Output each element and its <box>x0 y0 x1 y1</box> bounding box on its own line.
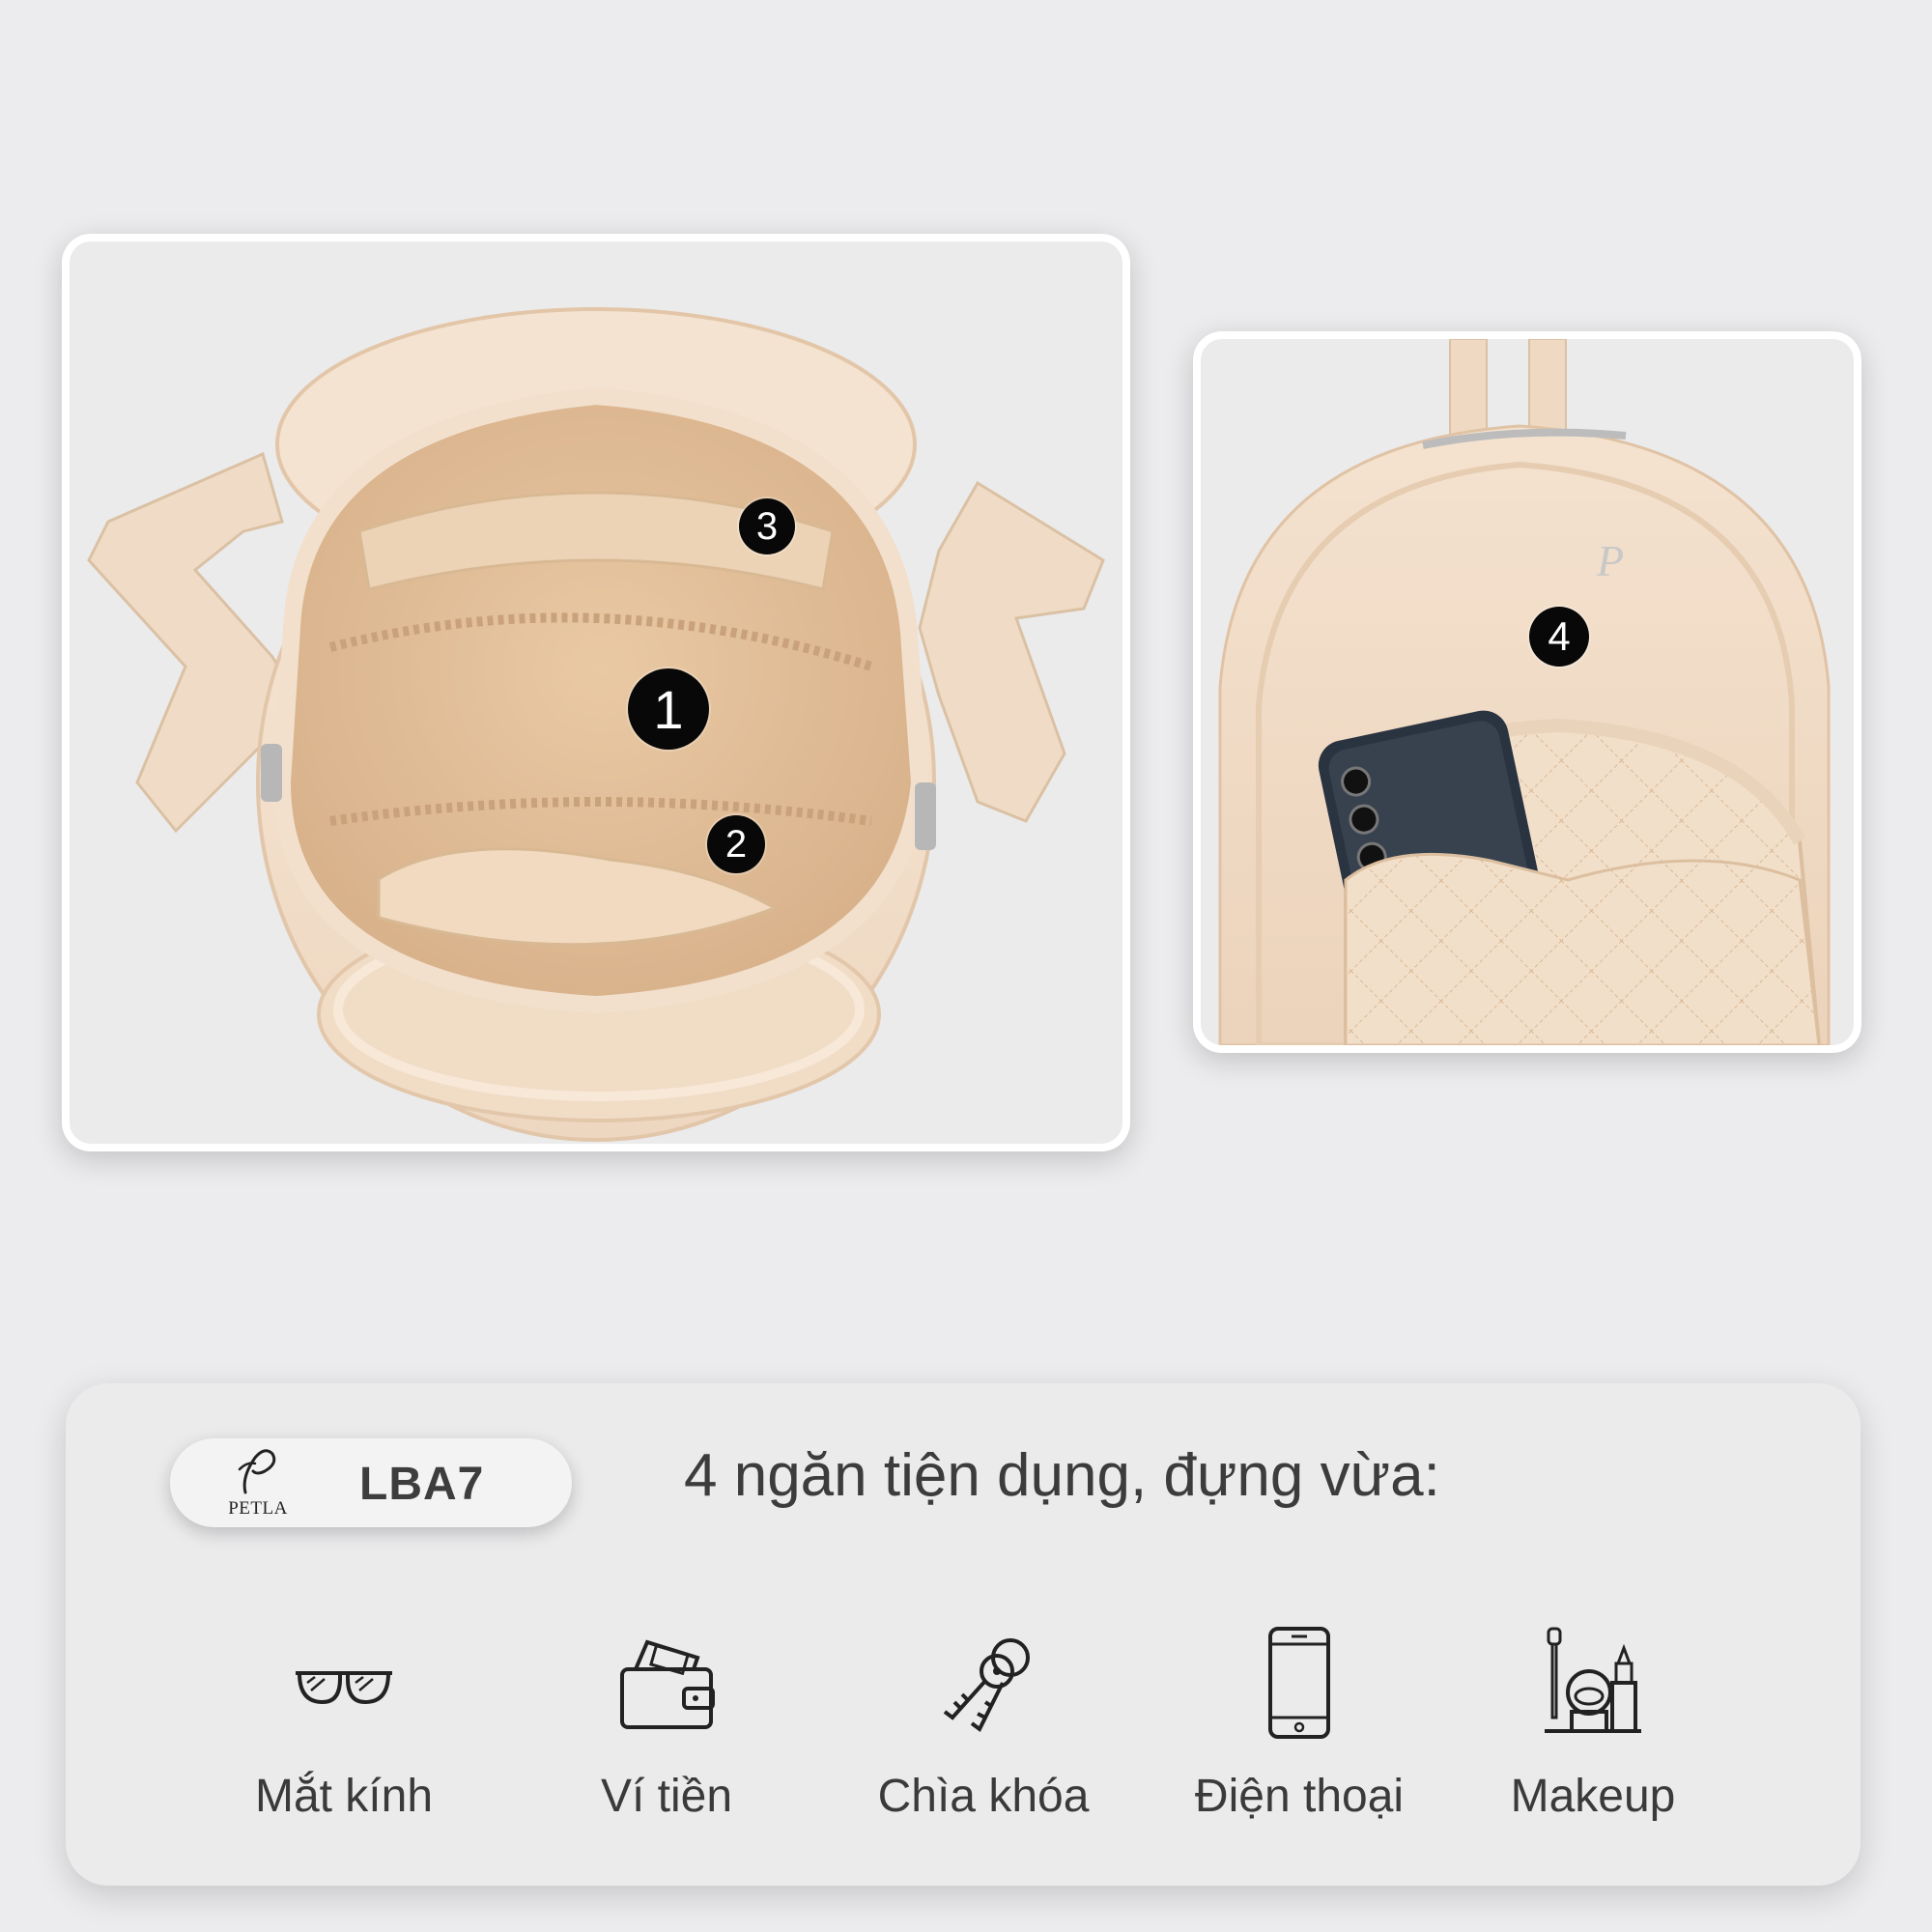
front-photo: P 4 <box>1201 339 1854 1045</box>
compartment-marker-4: 4 <box>1529 607 1589 667</box>
keys-icon <box>925 1625 1041 1741</box>
model-code: LBA7 <box>359 1459 485 1510</box>
info-panel: PETLA LBA7 4 ngăn tiện dụng, đựng vừa: M… <box>66 1383 1861 1886</box>
feature-label: Điện thoại <box>1194 1771 1405 1822</box>
interior-photo: 1 2 3 <box>70 242 1122 1144</box>
petla-logo: PETLA <box>226 1448 290 1520</box>
feature-label: Makeup <box>1510 1771 1676 1822</box>
glasses-icon <box>286 1625 402 1741</box>
feature-label: Chìa khóa <box>877 1771 1090 1822</box>
front-photo-card: P 4 <box>1193 331 1861 1053</box>
feature-phone: Điện thoại <box>1164 1625 1435 1837</box>
makeup-icon <box>1535 1625 1651 1741</box>
compartment-marker-2: 2 <box>707 815 765 873</box>
feature-keys: Chìa khóa <box>848 1625 1119 1837</box>
brand-pill: PETLA LBA7 <box>170 1438 572 1527</box>
open-backpack-illustration <box>87 307 1105 1142</box>
interior-photo-card: 1 2 3 <box>62 234 1130 1151</box>
feature-wallet: Ví tiền <box>531 1625 802 1837</box>
logo-wordmark: PETLA <box>228 1498 288 1519</box>
headline: 4 ngăn tiện dụng, đựng vừa: <box>684 1442 1440 1509</box>
svg-text:P: P <box>1596 536 1624 585</box>
feature-label: Mắt kính <box>254 1771 434 1822</box>
feature-label: Ví tiền <box>600 1771 733 1822</box>
compartment-marker-3: 3 <box>739 498 795 554</box>
compartment-marker-1: 1 <box>628 668 709 750</box>
petla-logo-mark <box>238 1449 276 1494</box>
feature-glasses: Mắt kính <box>209 1625 479 1837</box>
wallet-icon <box>609 1625 724 1741</box>
backpack-front-illustration: P <box>1218 339 1831 1045</box>
feature-makeup: Makeup <box>1458 1625 1728 1837</box>
phone-icon <box>1241 1625 1357 1741</box>
